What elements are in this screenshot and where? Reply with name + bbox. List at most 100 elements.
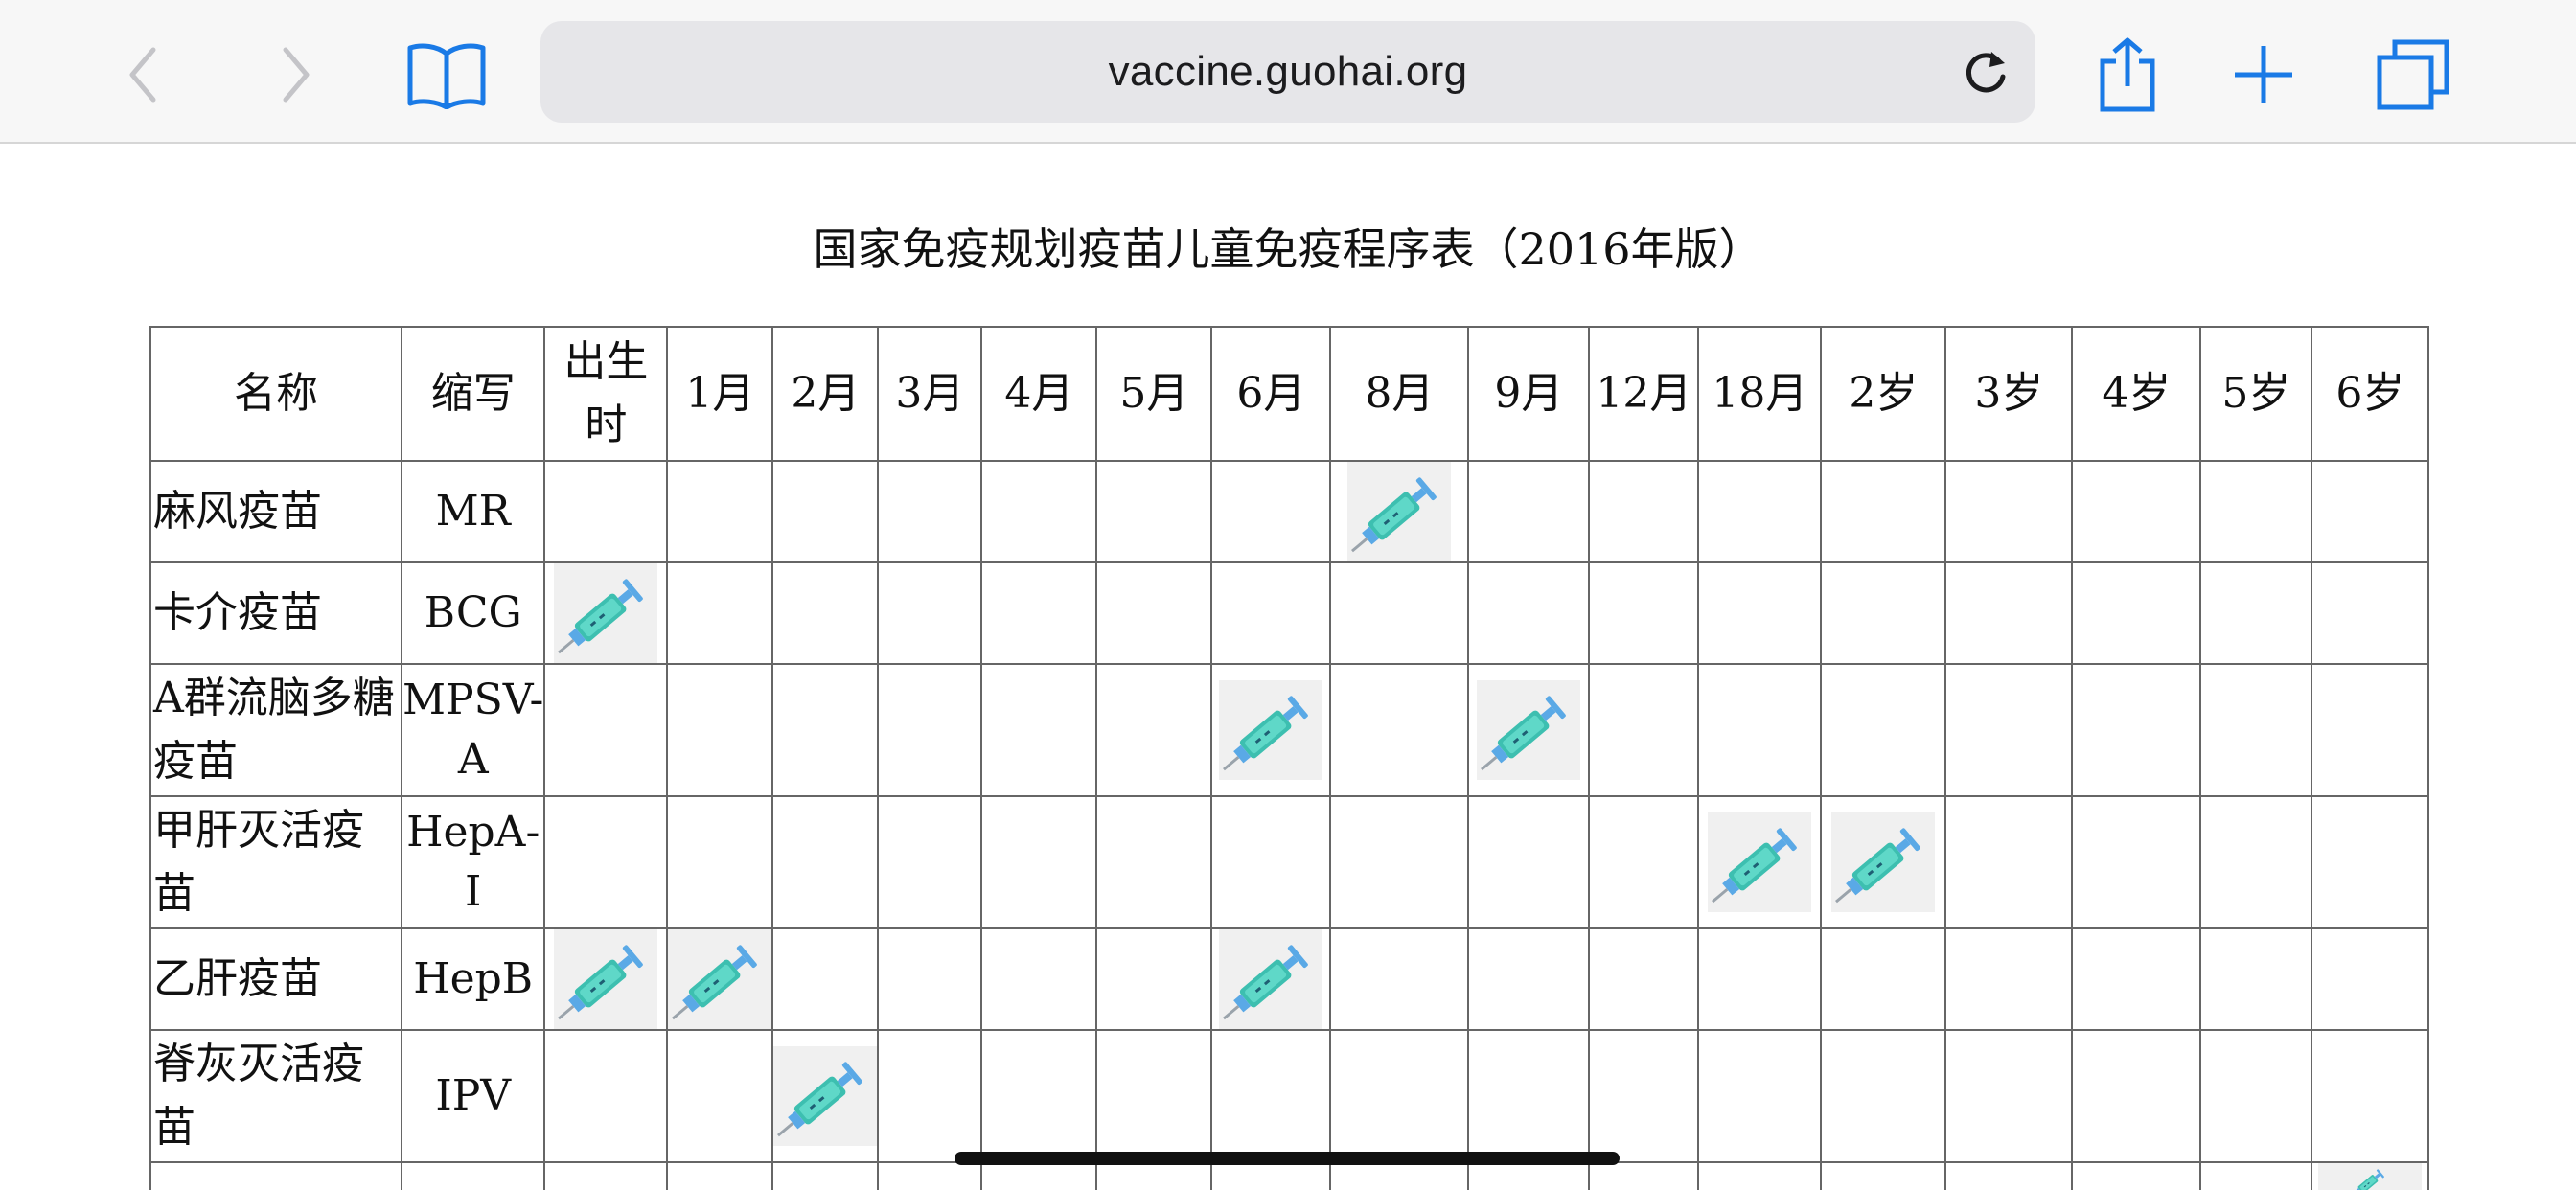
schedule-cell	[1944, 1161, 2074, 1190]
schedule-cell	[2071, 1161, 2202, 1190]
syringe-icon	[1347, 463, 1452, 561]
column-header: 4岁	[2071, 326, 2202, 462]
schedule-cell	[543, 663, 669, 797]
schedule-cell	[1467, 561, 1591, 665]
schedule-cell	[2199, 460, 2313, 563]
column-header: 3岁	[1944, 326, 2074, 462]
syringe-icon	[554, 930, 658, 1028]
schedule-cell	[1820, 1029, 1947, 1163]
schedule-cell	[1820, 561, 1947, 665]
schedule-cell	[543, 561, 669, 665]
schedule-cell	[1467, 795, 1591, 929]
column-header: 2岁	[1820, 326, 1947, 462]
schedule-cell	[1944, 927, 2074, 1031]
vaccine-abbr-cell: BCG	[400, 561, 546, 665]
schedule-cell	[2199, 1029, 2313, 1163]
share-button[interactable]	[2083, 31, 2172, 119]
schedule-cell	[877, 460, 983, 563]
column-header: 5月	[1095, 326, 1213, 462]
table-row: 脊灰灭活疫苗 IPV	[150, 1029, 2430, 1163]
schedule-cell	[1095, 1029, 1213, 1163]
syringe-icon	[1831, 812, 1936, 912]
home-indicator[interactable]	[954, 1152, 1620, 1165]
schedule-cell	[1588, 460, 1700, 563]
schedule-cell	[771, 561, 880, 665]
schedule-cell	[543, 927, 669, 1031]
schedule-cell	[980, 561, 1098, 665]
schedule-cell	[2311, 1029, 2430, 1163]
syringe-icon	[774, 1046, 877, 1146]
syringe-icon	[1708, 812, 1812, 912]
forward-button[interactable]	[251, 31, 339, 119]
schedule-cell	[666, 460, 774, 563]
schedule-cell	[1095, 795, 1213, 929]
schedule-cell	[1467, 663, 1591, 797]
column-header: 缩写	[400, 326, 546, 462]
column-header: 3月	[877, 326, 983, 462]
schedule-cell	[2311, 927, 2430, 1031]
schedule-cell	[1588, 795, 1700, 929]
schedule-cell	[2199, 927, 2313, 1031]
schedule-cell	[1697, 561, 1823, 665]
schedule-cell	[877, 795, 983, 929]
schedule-cell	[1329, 460, 1470, 563]
schedule-cell	[1095, 927, 1213, 1031]
schedule-cell	[877, 561, 983, 665]
schedule-cell	[771, 795, 880, 929]
schedule-cell	[666, 927, 774, 1031]
schedule-cell	[1210, 561, 1332, 665]
schedule-cell	[1944, 663, 2074, 797]
schedule-cell	[1820, 1161, 1947, 1190]
schedule-cell	[2071, 561, 2202, 665]
schedule-cell	[771, 1029, 880, 1163]
chevron-right-icon	[283, 47, 310, 103]
schedule-cell	[980, 795, 1098, 929]
schedule-cell	[1467, 1029, 1591, 1163]
schedule-cell	[1697, 1161, 1823, 1190]
vaccine-name-cell: 脊灰灭活疫苗	[150, 1029, 402, 1163]
column-header: 4月	[980, 326, 1098, 462]
schedule-cell	[1588, 561, 1700, 665]
column-header: 出生时	[543, 326, 669, 462]
schedule-cell	[543, 1029, 669, 1163]
web-content: 国家免疫规划疫苗儿童免疫程序表（2016年版） 名称 缩写 出生时 1月 2月 3月 4月 5…	[0, 146, 2576, 1190]
syringe-icon	[1219, 680, 1323, 780]
schedule-cell	[1697, 927, 1823, 1031]
url-text: vaccine.guohai.org	[1108, 48, 1468, 95]
schedule-cell	[543, 795, 669, 929]
schedule-cell	[771, 1161, 880, 1190]
schedule-cell	[1095, 1161, 1213, 1190]
schedule-cell	[1588, 1161, 1700, 1190]
new-tab-button[interactable]	[2220, 31, 2308, 119]
schedule-cell	[666, 663, 774, 797]
reload-icon[interactable]	[1961, 48, 2011, 98]
schedule-cell	[980, 1029, 1098, 1163]
schedule-cell	[1210, 927, 1332, 1031]
schedule-cell	[1944, 561, 2074, 665]
vaccine-name-cell	[150, 1161, 402, 1190]
schedule-cell	[1095, 561, 1213, 665]
schedule-cell	[1820, 460, 1947, 563]
book-icon	[407, 43, 486, 109]
schedule-cell	[666, 795, 774, 929]
column-header: 12月	[1588, 326, 1700, 462]
bookmarks-button[interactable]	[401, 31, 493, 119]
table-row: 卡介疫苗 BCG	[150, 561, 2430, 665]
syringe-icon	[1219, 930, 1323, 1028]
back-button[interactable]	[100, 31, 188, 119]
column-header: 5岁	[2199, 326, 2313, 462]
table-row: 麻风疫苗 MR	[150, 460, 2430, 563]
schedule-cell	[1697, 795, 1823, 929]
tabs-button[interactable]	[2369, 31, 2457, 119]
schedule-cell	[1329, 561, 1470, 665]
schedule-cell	[2311, 561, 2430, 665]
schedule-cell	[2071, 460, 2202, 563]
schedule-cell	[877, 927, 983, 1031]
tabs-icon	[2377, 39, 2450, 110]
schedule-cell	[771, 663, 880, 797]
address-bar[interactable]: vaccine.guohai.org	[540, 21, 2036, 123]
schedule-cell	[2071, 927, 2202, 1031]
schedule-cell	[1095, 460, 1213, 563]
schedule-cell	[1329, 663, 1470, 797]
schedule-cell	[1329, 1161, 1470, 1190]
